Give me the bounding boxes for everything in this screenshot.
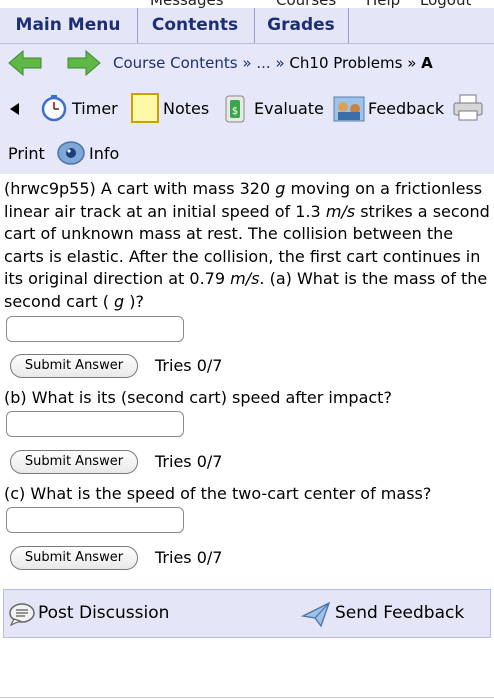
svg-text:$: $: [232, 106, 238, 117]
send-feedback-icon[interactable]: [301, 600, 331, 628]
tries-b-counter: Tries 0/7: [155, 452, 223, 471]
problem-text: (hrwc9p55) A cart with mass 320: [4, 179, 276, 198]
answer-b-input[interactable]: [6, 411, 184, 437]
timer-label[interactable]: Timer: [72, 99, 118, 118]
submit-answer-c-button[interactable]: Submit Answer: [10, 546, 138, 570]
contents-tab[interactable]: Contents: [142, 8, 248, 43]
back-arrow-icon[interactable]: [8, 50, 42, 76]
breadcrumb-course-contents[interactable]: Course Contents: [113, 54, 238, 72]
unit-meters-per-second: m/s: [325, 201, 356, 221]
breadcrumb-ellipsis[interactable]: ...: [256, 54, 270, 72]
grades-tab[interactable]: Grades: [258, 8, 344, 43]
menu-divider: [348, 8, 349, 43]
tries-c-counter: Tries 0/7: [155, 548, 223, 567]
main-menu-bar: Main Menu Contents Grades: [0, 8, 494, 44]
part-c-question: (c) What is the speed of the two-cart ce…: [4, 484, 432, 503]
answer-a-input[interactable]: [6, 316, 184, 342]
submit-answer-a-button[interactable]: Submit Answer: [10, 354, 138, 378]
breadcrumb-separator: »: [242, 54, 252, 72]
unit-grams: g: [275, 179, 286, 198]
post-discussion-link[interactable]: Post Discussion: [38, 603, 169, 623]
main-menu-tab[interactable]: Main Menu: [6, 8, 130, 43]
notes-label[interactable]: Notes: [163, 99, 209, 118]
problem-statement: (hrwc9p55) A cart with mass 320 g moving…: [4, 178, 490, 314]
courses-link[interactable]: Courses: [276, 0, 336, 8]
breadcrumb-separator: »: [407, 54, 417, 72]
unit-grams: g: [114, 291, 125, 311]
part-b-question: (b) What is its (second cart) speed afte…: [4, 388, 392, 407]
send-feedback-link[interactable]: Send Feedback: [335, 603, 464, 623]
discussion-footer: Post Discussion Send Feedback: [3, 589, 491, 638]
page-bottom-divider: [0, 697, 494, 698]
printer-icon[interactable]: [452, 94, 484, 122]
answer-c-input[interactable]: [6, 507, 184, 533]
submit-answer-b-button[interactable]: Submit Answer: [10, 450, 138, 474]
messages-link[interactable]: Messages: [150, 0, 224, 8]
top-nav-strip: Messages Courses Help Logout: [0, 0, 494, 8]
forward-arrow-icon[interactable]: [67, 50, 101, 76]
tries-a-counter: Tries 0/7: [155, 356, 223, 375]
info-icon[interactable]: [56, 139, 86, 167]
evaluate-label[interactable]: Evaluate: [254, 99, 324, 118]
timer-icon[interactable]: [40, 94, 68, 122]
evaluate-icon[interactable]: $: [222, 94, 248, 124]
notes-icon[interactable]: [131, 93, 159, 123]
part-a-question: )?: [124, 291, 144, 311]
info-label[interactable]: Info: [89, 144, 119, 163]
breadcrumb-separator: »: [275, 54, 285, 72]
help-link[interactable]: Help: [366, 0, 400, 8]
menu-divider: [254, 8, 255, 43]
collapse-left-icon[interactable]: [10, 103, 20, 115]
logout-link[interactable]: Logout: [420, 0, 471, 8]
feedback-icon[interactable]: [333, 94, 365, 124]
menu-divider: [137, 8, 138, 43]
unit-meters-per-second: m/s: [230, 269, 260, 289]
discussion-icon[interactable]: [8, 602, 36, 626]
print-label[interactable]: Print: [8, 144, 45, 163]
breadcrumb-chapter[interactable]: Ch10 Problems: [289, 54, 402, 72]
breadcrumb: Course Contents » ... » Ch10 Problems » …: [113, 54, 433, 72]
feedback-label[interactable]: Feedback: [368, 99, 444, 118]
breadcrumb-current: A: [421, 54, 433, 72]
